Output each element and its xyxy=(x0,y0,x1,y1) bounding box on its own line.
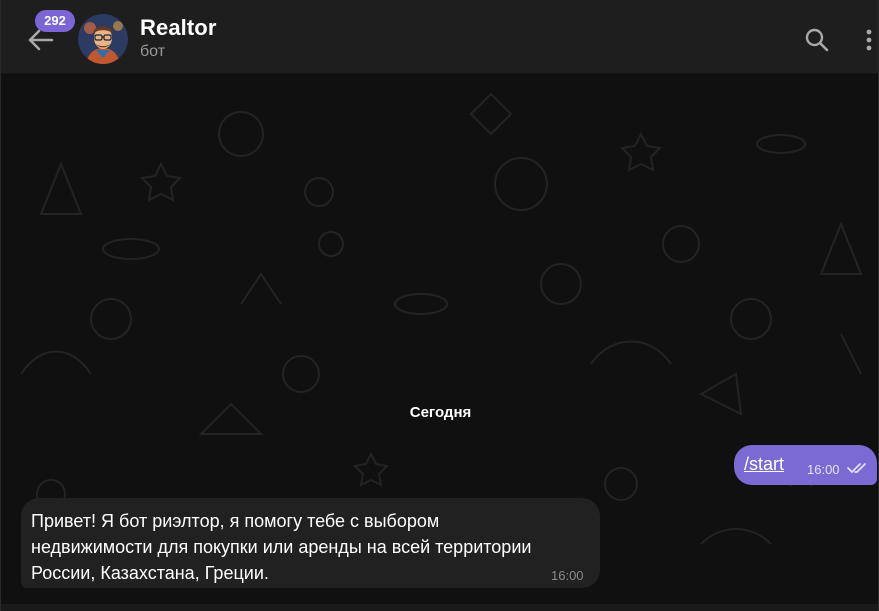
date-separator-label: Сегодня xyxy=(409,404,472,421)
more-button[interactable] xyxy=(857,24,878,56)
outgoing-message[interactable]: /start 16:00 xyxy=(734,445,877,485)
double-check-icon xyxy=(847,463,866,473)
avatar-image xyxy=(78,14,128,64)
search-icon xyxy=(805,28,829,52)
chat-subtitle: бот xyxy=(140,43,166,60)
search-button[interactable] xyxy=(801,24,833,56)
bottom-bar xyxy=(1,604,878,611)
chat-header: 292 Realtor бот xyxy=(1,0,878,74)
message-text: Привет! Я бот риэлтор, я помогу тебе с в… xyxy=(31,511,532,583)
message-list[interactable]: Сегодня /start 16:00 Привет! Я бот риэлт… xyxy=(1,74,878,611)
chat-window: 292 Realtor бот Сегодня /start 16:00 При… xyxy=(0,0,879,611)
unread-badge: 292 xyxy=(35,10,75,32)
command-link[interactable]: /start xyxy=(744,454,784,475)
more-vertical-icon xyxy=(866,29,872,51)
incoming-message[interactable]: Привет! Я бот риэлтор, я помогу тебе с в… xyxy=(21,498,600,588)
message-time: 16:00 xyxy=(551,568,584,583)
date-separator: Сегодня xyxy=(1,401,878,424)
chat-title[interactable]: Realtor xyxy=(140,15,217,41)
avatar[interactable] xyxy=(78,14,128,64)
message-time: 16:00 xyxy=(807,462,840,477)
